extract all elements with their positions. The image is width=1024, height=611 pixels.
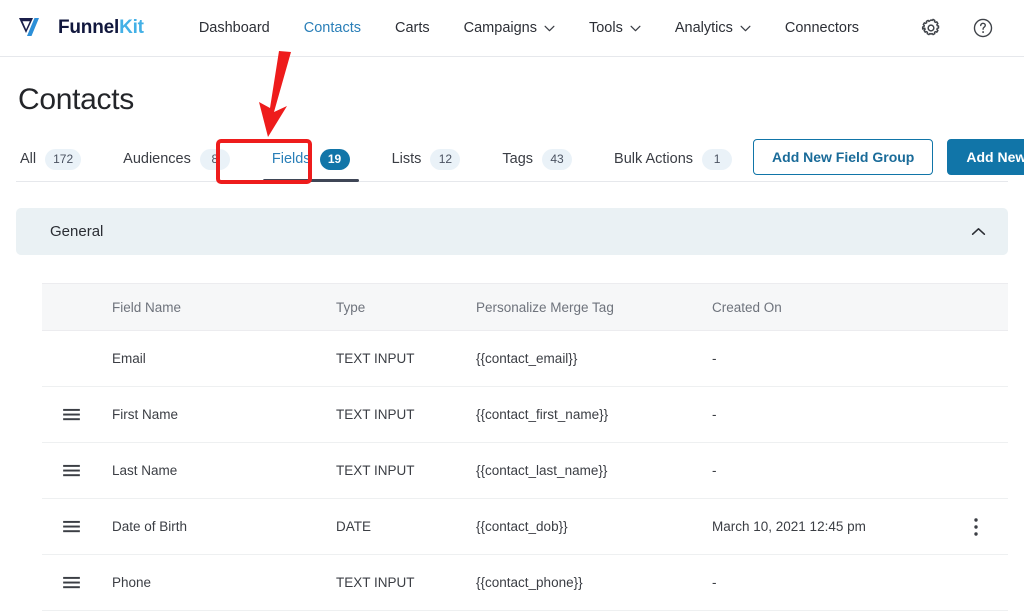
add-new-field-button[interactable]: Add New Field (947, 139, 1024, 175)
cell-field-name: Phone (112, 575, 152, 590)
column-header-field-name: Field Name (112, 299, 182, 315)
tab-count-badge: 12 (430, 148, 461, 170)
tab-label: Tags (502, 151, 534, 167)
nav-label: Analytics (674, 20, 733, 36)
cell-field-name: Last Name (112, 463, 178, 478)
tab-lists[interactable]: Lists 12 (371, 137, 482, 181)
table-row[interactable]: Last Name TEXT INPUT {{contact_last_name… (42, 443, 1008, 499)
tabs-row: All 172 Audiences 8 Fields 19 Lists 12 T… (16, 137, 1024, 182)
cell-type: TEXT INPUT (336, 407, 415, 422)
column-header-type: Type (336, 299, 366, 315)
settings-button[interactable] (918, 15, 944, 41)
chevron-down-icon (544, 25, 555, 31)
chevron-up-icon[interactable] (971, 227, 986, 236)
table-row[interactable]: First Name TEXT INPUT {{contact_first_na… (42, 387, 1008, 443)
tab-actions: Add New Field Group Add New Field (753, 139, 1024, 179)
chevron-down-icon (630, 25, 641, 31)
cell-field-name: First Name (112, 407, 179, 422)
table-row[interactable]: Phone TEXT INPUT {{contact_phone}} - (42, 555, 1008, 611)
cell-created-on: March 10, 2021 12:45 pm (712, 519, 866, 534)
brand-logo[interactable]: FunnelKit (18, 16, 144, 40)
cell-merge-tag: {{contact_dob}} (476, 519, 568, 534)
row-handle-cell[interactable] (42, 576, 100, 589)
tab-count-badge: 43 (542, 148, 573, 170)
question-circle-icon (973, 18, 993, 38)
row-handle-cell[interactable] (42, 464, 100, 477)
drag-handle-icon[interactable] (62, 576, 80, 589)
gear-icon (921, 18, 940, 36)
nav-item-connectors[interactable]: Connectors (768, 14, 876, 42)
more-options-icon[interactable] (974, 517, 978, 536)
tab-all[interactable]: All 172 (16, 137, 102, 181)
nav-item-campaigns[interactable]: Campaigns (447, 14, 572, 42)
brand-name: FunnelKit (58, 17, 144, 38)
page-body: Contacts All 172 Audiences 8 Fields 19 L… (0, 57, 1024, 611)
nav-label: Tools (588, 20, 623, 36)
tab-count-badge: 1 (702, 148, 733, 170)
app-root: FunnelKit Dashboard Contacts Carts Campa… (0, 0, 1024, 611)
drag-handle-icon[interactable] (62, 464, 80, 477)
chevron-down-icon (740, 25, 751, 31)
main-nav: Dashboard Contacts Carts Campaigns Tools… (182, 14, 876, 42)
nav-label: Campaigns (463, 20, 537, 36)
nav-item-analytics[interactable]: Analytics (658, 14, 768, 42)
nav-item-contacts[interactable]: Contacts (287, 14, 378, 42)
cell-created-on: - (712, 463, 717, 478)
cell-merge-tag: {{contact_email}} (476, 351, 578, 366)
cell-type: TEXT INPUT (336, 351, 415, 366)
table-header-row: Field Name Type Personalize Merge Tag Cr… (42, 283, 1008, 331)
cell-merge-tag: {{contact_first_name}} (476, 407, 609, 422)
help-button[interactable] (970, 15, 996, 41)
tab-label: Lists (391, 151, 422, 167)
cell-type: DATE (336, 519, 372, 534)
cell-created-on: - (712, 575, 717, 590)
nav-item-dashboard[interactable]: Dashboard (182, 14, 287, 42)
tab-count-badge: 19 (319, 148, 350, 170)
tab-list: All 172 Audiences 8 Fields 19 Lists 12 T… (16, 137, 753, 182)
cell-row-menu[interactable] (952, 517, 1008, 536)
add-new-field-group-button[interactable]: Add New Field Group (753, 139, 934, 175)
topbar-actions (918, 15, 1008, 41)
row-handle-cell[interactable] (42, 520, 100, 533)
funnelkit-logo-icon (19, 18, 39, 36)
tab-label: Bulk Actions (614, 151, 694, 167)
table-row[interactable]: Email TEXT INPUT {{contact_email}} - (42, 331, 1008, 387)
cell-merge-tag: {{contact_phone}} (476, 575, 583, 590)
tab-label: Audiences (123, 151, 191, 167)
top-navigation-bar: FunnelKit Dashboard Contacts Carts Campa… (0, 0, 1024, 57)
tab-count-badge: 172 (45, 148, 82, 170)
field-group-title: General (50, 223, 104, 240)
cell-created-on: - (712, 407, 717, 422)
tab-label: All (20, 151, 37, 167)
cell-created-on: - (712, 351, 717, 366)
nav-label: Carts (394, 20, 430, 36)
nav-label: Contacts (303, 20, 361, 36)
cell-type: TEXT INPUT (336, 575, 415, 590)
cell-type: TEXT INPUT (336, 463, 415, 478)
column-header-merge-tag: Personalize Merge Tag (476, 299, 614, 315)
row-handle-cell[interactable] (42, 408, 100, 421)
nav-item-tools[interactable]: Tools (572, 14, 658, 42)
field-group-header-general[interactable]: General (16, 208, 1008, 255)
column-header-created-on: Created On (712, 299, 782, 315)
tab-bulk-actions[interactable]: Bulk Actions 1 (593, 137, 753, 181)
cell-merge-tag: {{contact_last_name}} (476, 463, 608, 478)
nav-label: Dashboard (198, 20, 270, 36)
nav-item-carts[interactable]: Carts (378, 14, 447, 42)
nav-label: Connectors (784, 20, 860, 36)
cell-field-name: Date of Birth (112, 519, 188, 534)
tab-tags[interactable]: Tags 43 (481, 137, 593, 181)
page-title: Contacts (18, 83, 134, 116)
cell-field-name: Email (112, 351, 146, 366)
drag-handle-icon[interactable] (62, 520, 80, 533)
drag-handle-icon[interactable] (62, 408, 80, 421)
fields-table: Field Name Type Personalize Merge Tag Cr… (42, 283, 1008, 611)
table-row[interactable]: Date of Birth DATE {{contact_dob}} March… (42, 499, 1008, 555)
red-highlight-box-around-fields-tab (216, 139, 312, 184)
